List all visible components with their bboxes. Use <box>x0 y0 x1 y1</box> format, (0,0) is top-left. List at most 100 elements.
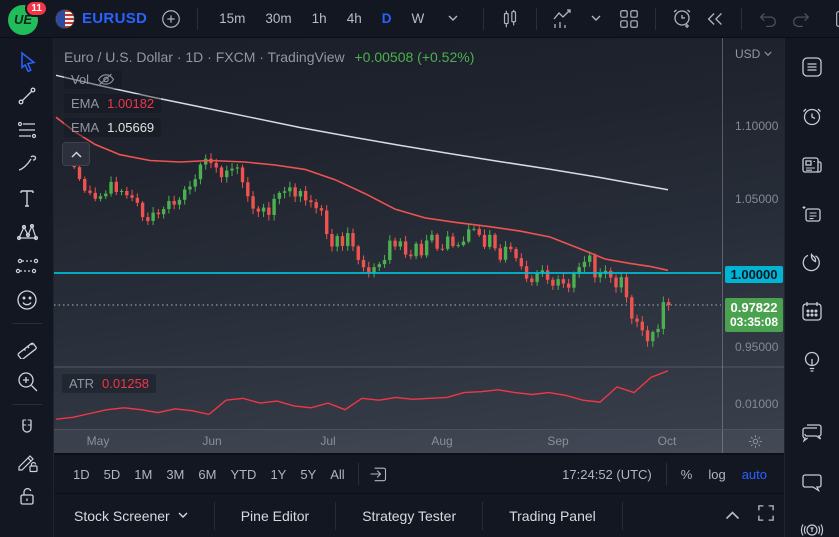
zoom-in-tool[interactable] <box>10 367 44 395</box>
measure-tool[interactable] <box>10 333 44 361</box>
ema-label: EMA <box>71 120 100 135</box>
ema-label: EMA <box>71 96 100 111</box>
chart-style-candles-icon[interactable] <box>497 6 523 32</box>
price-level: 1.05000 <box>735 192 779 206</box>
drawing-toolbar <box>0 38 54 537</box>
text-tool[interactable] <box>10 184 44 212</box>
range-3m[interactable]: 3M <box>159 464 191 485</box>
tab-stock-screener[interactable]: Stock Screener <box>68 501 215 530</box>
xabcd-pattern-tool[interactable] <box>10 218 44 246</box>
calendar-icon[interactable] <box>798 298 826 331</box>
atr-legend-row[interactable]: ATR 0.01258 <box>62 374 157 393</box>
tradingview-app: UE 11 EURUSD 15m 30m 1h 4h D W Euro / U.… <box>0 0 839 537</box>
tab-label: Pine Editor <box>240 507 310 524</box>
chevron-up-icon <box>725 510 740 519</box>
chart-region: Euro / U.S. Dollar · 1D · FXCM · Trading… <box>54 38 784 453</box>
projection-tool[interactable] <box>10 252 44 280</box>
ideas-icon[interactable] <box>798 347 826 380</box>
alerts-icon[interactable] <box>798 102 826 135</box>
bar-replay-icon[interactable] <box>702 6 728 32</box>
lock-all-tool[interactable] <box>10 482 44 510</box>
tab-pine-editor[interactable]: Pine Editor <box>215 501 337 530</box>
fullscreen-button[interactable] <box>758 505 774 526</box>
symbol-search-button[interactable]: EURUSD <box>82 10 147 27</box>
brush-tool[interactable] <box>10 150 44 178</box>
fib-retracement-tool[interactable] <box>10 116 44 144</box>
range-ytd[interactable]: YTD <box>223 464 263 485</box>
compare-add-icon[interactable] <box>158 6 184 32</box>
hotlists-icon[interactable] <box>798 249 826 282</box>
tab-label: Stock Screener <box>74 507 170 524</box>
magnet-tool[interactable] <box>10 414 44 442</box>
divider <box>655 7 657 30</box>
divider <box>741 7 743 30</box>
broker-logo[interactable]: UE 11 <box>8 0 48 35</box>
log-scale-button[interactable]: log <box>700 464 733 485</box>
range-1y[interactable]: 1Y <box>263 464 293 485</box>
range-1m[interactable]: 1M <box>127 464 159 485</box>
volume-legend-row[interactable]: Vol <box>64 70 123 89</box>
timeframe-15m[interactable]: 15m <box>215 8 249 29</box>
widget-toolbar <box>784 38 839 537</box>
symbol-title[interactable]: Euro / U.S. Dollar · 1D · FXCM · Trading… <box>64 49 474 65</box>
atr-axis-level: 0.01000 <box>735 397 779 411</box>
tab-label: Strategy Tester <box>362 507 457 524</box>
go-to-date-icon[interactable] <box>365 461 391 487</box>
tab-trading-panel[interactable]: Trading Panel <box>483 501 623 530</box>
expand-panel-button[interactable] <box>725 507 740 525</box>
timeframe-4h[interactable]: 4h <box>343 8 366 29</box>
eye-off-icon[interactable] <box>97 73 115 86</box>
last-price-value: 0.97822 <box>730 300 778 315</box>
time-scale[interactable]: May Jun Jul Aug Sep Oct <box>54 429 784 453</box>
indicators-chevron-icon[interactable] <box>583 6 609 32</box>
comments-icon[interactable] <box>798 467 826 500</box>
emoji-tool[interactable] <box>10 286 44 314</box>
auto-scale-button[interactable]: auto <box>734 464 775 485</box>
session-clock[interactable]: 17:24:52 (UTC) <box>554 467 660 482</box>
streams-icon[interactable] <box>798 516 826 537</box>
bar-countdown: 03:35:08 <box>729 314 779 329</box>
percent-scale-button[interactable]: % <box>673 464 701 485</box>
divider <box>483 7 485 30</box>
time-scale-settings-icon[interactable] <box>748 434 763 453</box>
legend-collapse-button[interactable] <box>62 142 90 166</box>
timeframe-group: 15m 30m 1h 4h D W <box>215 6 466 32</box>
symbol-description: Euro / U.S. Dollar · 1D · FXCM · Trading… <box>64 49 345 65</box>
screenshot-icon[interactable] <box>831 6 839 32</box>
price-scale[interactable]: USD 1.10000 1.05000 0.95000 0.01000 1.00… <box>722 38 784 453</box>
symbol-flag-icon <box>55 8 75 29</box>
timeframe-1w[interactable]: W <box>407 8 428 29</box>
drawing-edit-lock-tool[interactable] <box>10 448 44 476</box>
chats-icon[interactable] <box>798 418 826 451</box>
undo-icon[interactable] <box>755 6 781 32</box>
ema-fast-legend-row[interactable]: EMA 1.00182 <box>64 94 162 113</box>
data-journal-icon[interactable] <box>798 200 826 233</box>
parity-price-label: 1.00000 <box>725 266 783 283</box>
range-6m[interactable]: 6M <box>191 464 223 485</box>
range-1d[interactable]: 1D <box>66 464 97 485</box>
timeframe-1h[interactable]: 1h <box>308 8 331 29</box>
chart-column: Euro / U.S. Dollar · 1D · FXCM · Trading… <box>54 38 784 537</box>
redo-icon[interactable] <box>788 6 814 32</box>
ema-slow-legend-row[interactable]: EMA 1.05669 <box>64 118 162 137</box>
currency-label: USD <box>735 47 761 61</box>
notification-badge: 11 <box>25 0 48 17</box>
month-label: May <box>86 434 110 448</box>
watchlist-icon[interactable] <box>798 53 826 86</box>
range-all[interactable]: All <box>323 464 351 485</box>
range-5y[interactable]: 5Y <box>293 464 323 485</box>
indicators-icon[interactable] <box>550 6 576 32</box>
tab-strategy-tester[interactable]: Strategy Tester <box>336 501 484 530</box>
create-alert-icon[interactable] <box>669 6 695 32</box>
chevron-down-icon[interactable] <box>440 6 466 32</box>
price-scale-currency[interactable]: USD <box>735 47 772 61</box>
atr-label: ATR <box>69 376 95 391</box>
cursor-tool[interactable] <box>10 48 44 76</box>
trend-line-tool[interactable] <box>10 82 44 110</box>
range-5d[interactable]: 5D <box>97 464 128 485</box>
timeframe-1d[interactable]: D <box>378 8 396 29</box>
divider <box>197 7 199 30</box>
layout-grid-icon[interactable] <box>616 6 642 32</box>
news-icon[interactable] <box>798 151 826 184</box>
timeframe-30m[interactable]: 30m <box>261 8 295 29</box>
